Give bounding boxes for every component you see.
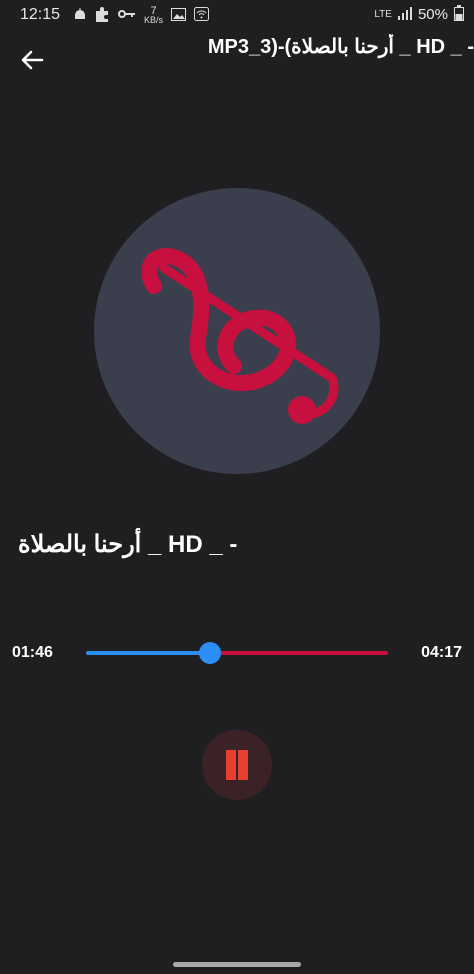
key-icon — [118, 8, 136, 23]
status-icons-right: LTE 50% — [374, 5, 464, 24]
mosque-icon — [74, 8, 86, 23]
signal-icon — [397, 6, 412, 23]
home-gesture-bar[interactable] — [173, 962, 301, 967]
battery-icon — [454, 5, 464, 24]
battery-percent: 50% — [417, 6, 448, 23]
album-art — [94, 188, 380, 474]
image-icon — [171, 7, 187, 24]
pause-button[interactable] — [202, 730, 272, 800]
back-button[interactable] — [16, 44, 48, 76]
seek-progress — [86, 651, 211, 655]
status-time: 12:15 — [20, 6, 61, 23]
pause-bar-left — [226, 750, 236, 780]
seek-thumb[interactable] — [199, 642, 222, 664]
song-title: - _ HD _ أرحنا بالصلاة — [18, 531, 238, 558]
treble-clef-icon — [141, 248, 339, 424]
wifi-icon — [194, 7, 210, 24]
seek-bar[interactable] — [86, 642, 388, 664]
arrow-left-icon — [21, 50, 44, 70]
puzzle-icon — [94, 6, 110, 25]
net-speed-unit: KB/s — [144, 14, 164, 25]
app-title: - _ HD _ أرحنا بالصلاة)-(MP3_3 — [207, 36, 474, 58]
current-time: 01:46 — [12, 644, 53, 661]
status-bar: 12:15 7 KB/s LTE 50% — [0, 0, 474, 30]
status-icons-left: 7 KB/s — [74, 5, 210, 25]
app-bar: - _ HD _ أرحنا بالصلاة)-(MP3_3 — [0, 30, 474, 88]
pause-bar-right — [238, 750, 248, 780]
lte-label: LTE — [374, 8, 392, 20]
net-speed: 7 KB/s — [144, 5, 164, 25]
total-time: 04:17 — [421, 644, 462, 661]
